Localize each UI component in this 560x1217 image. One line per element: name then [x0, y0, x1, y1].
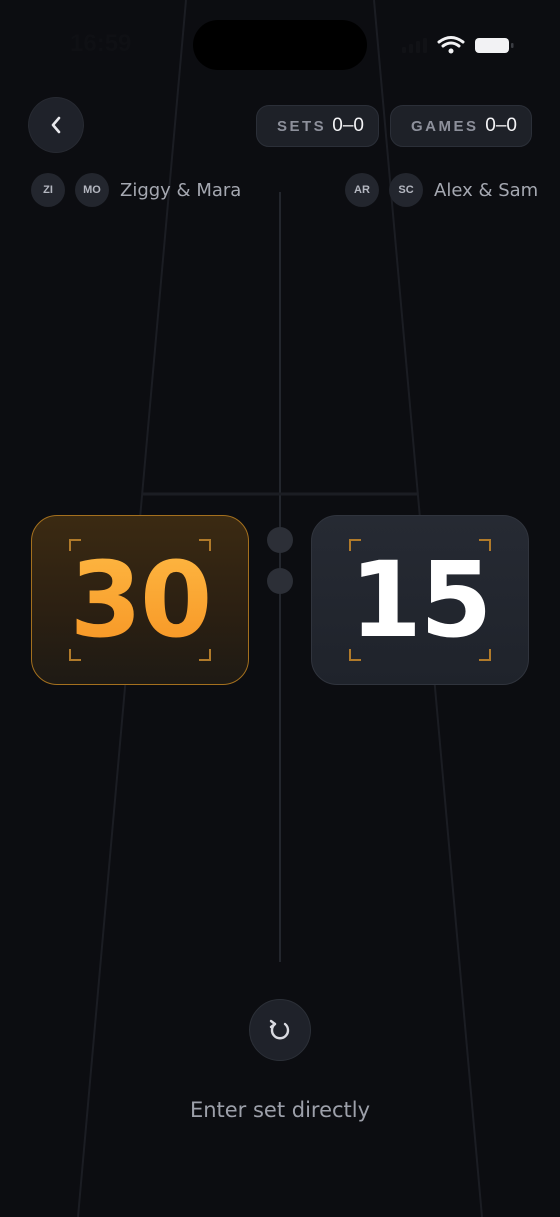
battery-icon	[475, 38, 514, 53]
status-time: 16:59	[70, 30, 132, 57]
score-separator-dot	[267, 568, 293, 594]
chevron-left-icon	[51, 116, 61, 134]
sets-value: 0–0	[332, 115, 364, 136]
games-value: 0–0	[485, 115, 517, 136]
dynamic-island	[193, 20, 367, 70]
score-separator-dot	[267, 527, 293, 553]
back-button[interactable]	[28, 97, 84, 153]
status-bar: 16:59	[0, 0, 560, 90]
undo-button[interactable]	[249, 999, 311, 1061]
avatar: SC	[389, 173, 423, 207]
cellular-icon	[402, 38, 427, 53]
team-home: ZI MO Ziggy & Mara	[31, 173, 241, 207]
undo-icon	[269, 1019, 290, 1040]
wifi-icon	[437, 36, 465, 48]
games-label: GAMES	[411, 117, 479, 135]
sets-score-pill: SETS 0–0	[256, 105, 379, 147]
team-home-name: Ziggy & Mara	[120, 179, 242, 201]
away-score-card[interactable]: 15	[311, 515, 529, 685]
avatar: MO	[75, 173, 109, 207]
team-away-name: Alex & Sam	[434, 179, 539, 201]
enter-set-directly-link[interactable]: Enter set directly	[0, 1098, 560, 1122]
games-score-pill: GAMES 0–0	[390, 105, 532, 147]
status-icons	[402, 36, 514, 54]
avatar: AR	[345, 173, 379, 207]
team-away: AR SC Alex & Sam	[345, 173, 538, 207]
sets-label: SETS	[277, 117, 327, 135]
avatar: ZI	[31, 173, 65, 207]
away-score: 15	[349, 539, 493, 661]
home-score-card[interactable]: 30	[31, 515, 249, 685]
home-score: 30	[32, 516, 248, 684]
wifi-dot	[448, 48, 454, 54]
